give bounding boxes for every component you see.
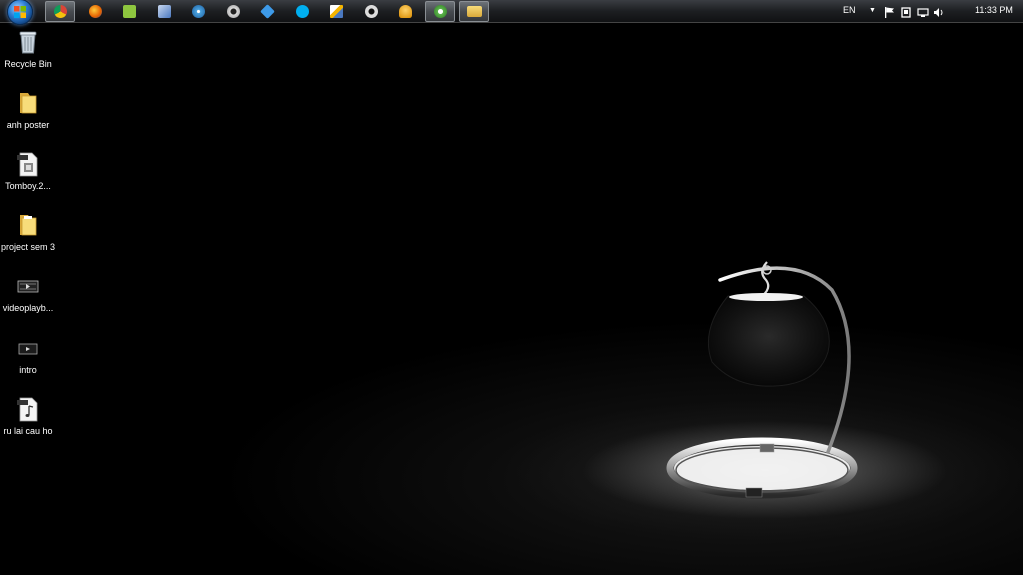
folder-icon <box>14 89 42 117</box>
taskbar-app-utility[interactable] <box>114 1 144 22</box>
utorrent-icon <box>433 5 447 18</box>
desktop-icon-intro[interactable]: intro <box>0 334 56 375</box>
folder-icon <box>14 211 42 239</box>
network-icon[interactable] <box>917 5 929 17</box>
volume-icon[interactable] <box>933 5 945 17</box>
desktop-icon-project-sem-3[interactable]: project sem 3 <box>0 211 56 252</box>
windows-logo-icon <box>7 0 33 25</box>
desktop-icon-ru-lai-cau-ho[interactable]: ru lai cau ho <box>0 395 56 436</box>
disc-icon <box>191 5 205 18</box>
skype-icon <box>295 5 309 18</box>
desktop-icon-tomboy[interactable]: Tomboy.2... <box>0 150 56 191</box>
video-file-icon <box>14 334 42 362</box>
desktop-icon-recycle-bin[interactable]: Recycle Bin <box>0 28 56 69</box>
dropbox-icon <box>259 4 275 19</box>
desktop-icon-label: intro <box>19 365 37 375</box>
taskbar-app-disc[interactable] <box>183 1 213 22</box>
taskbar-app-dropbox[interactable] <box>252 1 282 22</box>
tool-icon <box>157 5 171 18</box>
desktop-icon-label: project sem 3 <box>0 242 56 252</box>
recycle-bin-icon <box>14 28 42 56</box>
tray-expand-icon[interactable]: ▼ <box>869 7 876 14</box>
taskbar: EN ▼ 11:33 PM <box>0 0 1023 25</box>
action-center-flag-icon[interactable] <box>884 5 896 18</box>
notepad-icon <box>329 5 343 18</box>
chrome-icon <box>53 5 67 18</box>
media-file-icon <box>14 150 42 178</box>
desktop-icon-anh-poster[interactable]: anh poster <box>0 89 56 130</box>
language-indicator[interactable]: EN <box>843 5 856 15</box>
system-tray: EN ▼ 11:33 PM <box>833 0 1023 23</box>
taskbar-app-skype[interactable] <box>287 1 317 22</box>
start-button[interactable] <box>5 0 35 25</box>
firefox-icon <box>88 5 102 18</box>
desktop-icon-label: anh poster <box>6 120 50 130</box>
desktop-icon-label: videoplayb... <box>2 303 54 313</box>
desktop-icon-videoplayback[interactable]: videoplayb... <box>0 272 56 313</box>
taskbar-app-notepad[interactable] <box>321 1 351 22</box>
puzzle-icon <box>122 5 136 18</box>
usb-device-icon[interactable] <box>900 5 912 18</box>
camera-icon <box>226 5 240 18</box>
taskbar-app-firefox[interactable] <box>80 1 110 22</box>
desktop-icon-label: Tomboy.2... <box>5 181 51 191</box>
taskbar-app-chrome[interactable] <box>45 1 75 22</box>
desktop-icon-label: Recycle Bin <box>4 59 52 69</box>
desktop-icon-label: ru lai cau ho <box>3 426 53 436</box>
bell-icon <box>398 5 412 18</box>
video-file-icon <box>14 272 42 300</box>
taskbar-app-utorrent[interactable] <box>425 1 455 22</box>
taskbar-app-settings[interactable] <box>356 1 386 22</box>
taskbar-app-bell[interactable] <box>390 1 420 22</box>
desktop[interactable]: EN ▼ 11:33 PM Recycle Bin anh poster Tom… <box>0 0 1023 575</box>
taskbar-app-tool[interactable] <box>149 1 179 22</box>
clock[interactable]: 11:33 PM <box>975 5 1013 15</box>
audio-file-icon <box>14 395 42 423</box>
folder-icon <box>466 6 482 17</box>
taskbar-app-explorer[interactable] <box>459 1 489 22</box>
taskbar-app-camera[interactable] <box>218 1 248 22</box>
settings-icon <box>364 5 378 18</box>
wallpaper-lamp <box>666 261 858 499</box>
